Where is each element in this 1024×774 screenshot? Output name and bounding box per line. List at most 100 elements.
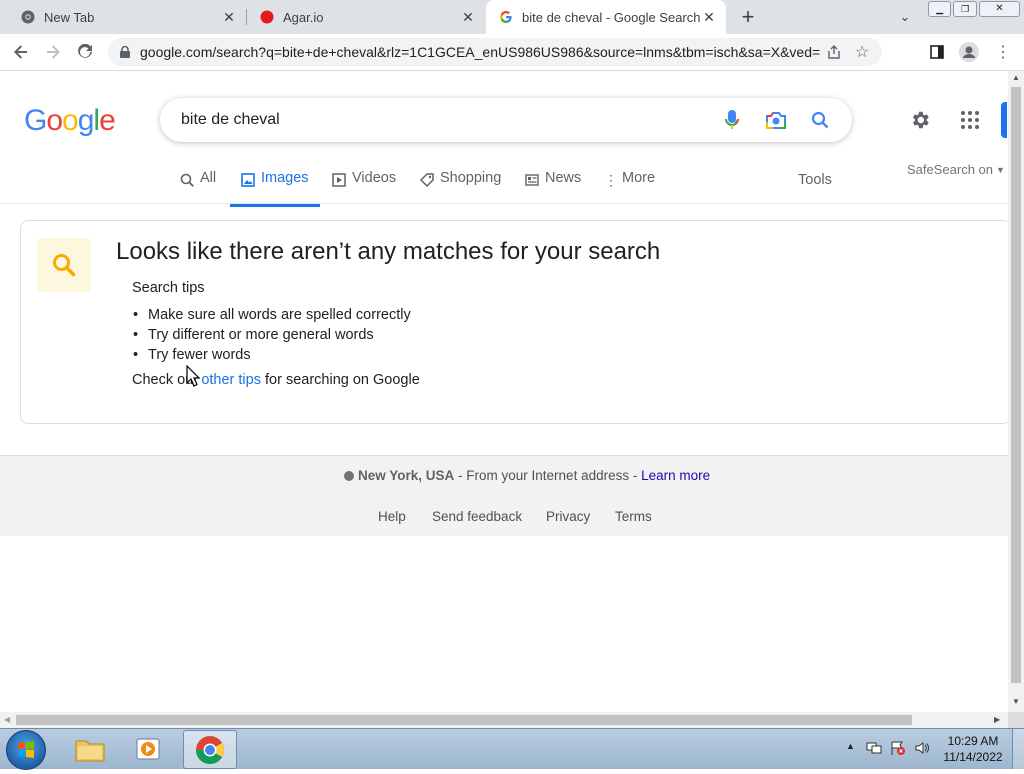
footer-link-privacy[interactable]: Privacy bbox=[546, 509, 590, 524]
action-center-flag-icon[interactable] bbox=[890, 740, 906, 756]
tab-news[interactable]: News bbox=[525, 170, 581, 204]
tip-text: Make sure all words are spelled correctl… bbox=[148, 307, 411, 323]
scroll-right-arrow-icon[interactable]: ▶ bbox=[994, 715, 1000, 724]
footer-link-send-feedback[interactable]: Send feedback bbox=[432, 509, 522, 524]
tab-all[interactable]: All bbox=[180, 170, 216, 204]
new-tab-button[interactable]: + bbox=[736, 4, 760, 30]
clock-time: 10:29 AM bbox=[947, 734, 999, 748]
show-hidden-icons-arrow[interactable]: ▲ bbox=[846, 741, 855, 751]
show-desktop-button[interactable] bbox=[1012, 729, 1024, 769]
camera-lens-icon[interactable] bbox=[758, 102, 794, 138]
horizontal-scroll-thumb[interactable] bbox=[16, 715, 912, 725]
newspaper-icon bbox=[525, 170, 539, 190]
search-icon bbox=[180, 170, 194, 190]
tab-search-chevron-icon[interactable]: ⌄ bbox=[894, 6, 916, 28]
forward-button[interactable] bbox=[38, 34, 68, 70]
agario-icon bbox=[259, 9, 275, 25]
url-text: google.com/search?q=bite+de+cheval&rlz=1… bbox=[140, 44, 820, 60]
google-apps-icon[interactable] bbox=[956, 106, 984, 134]
side-panel-button[interactable] bbox=[922, 34, 952, 70]
location-line: New York, USA - From your Internet addre… bbox=[344, 468, 710, 483]
minimize-button[interactable]: ▁ bbox=[928, 1, 952, 17]
google-g-icon bbox=[498, 9, 514, 25]
location-dot-icon bbox=[344, 470, 354, 481]
scroll-down-arrow-icon[interactable]: ▼ bbox=[1012, 697, 1020, 706]
search-icon[interactable] bbox=[802, 102, 838, 138]
restore-button[interactable]: ❐ bbox=[953, 1, 977, 17]
reload-button[interactable] bbox=[70, 34, 100, 70]
clock-date: 11/14/2022 bbox=[943, 750, 1003, 764]
tools-button[interactable]: Tools bbox=[798, 172, 832, 188]
forward-arrow-icon bbox=[47, 45, 60, 59]
close-tab-icon[interactable]: ✕ bbox=[700, 8, 718, 26]
sign-in-button[interactable] bbox=[1001, 102, 1007, 138]
tab-label: Images bbox=[261, 170, 309, 186]
logo-letter: G bbox=[24, 104, 47, 137]
tab-agario[interactable]: Agar.io ✕ bbox=[247, 0, 485, 34]
tag-icon bbox=[420, 170, 434, 190]
logo-letter: o bbox=[46, 104, 63, 137]
no-results-heading: Looks like there aren’t any matches for … bbox=[116, 238, 661, 265]
search-tips-list: • Make sure all words are spelled correct… bbox=[133, 305, 411, 365]
start-button[interactable] bbox=[6, 730, 46, 770]
footer-link-terms[interactable]: Terms bbox=[615, 509, 652, 524]
share-icon[interactable] bbox=[820, 45, 848, 59]
tab-google-search[interactable]: bite de cheval - Google Search ✕ bbox=[486, 0, 726, 34]
back-button[interactable] bbox=[6, 34, 36, 70]
system-clock[interactable]: 10:29 AM 11/14/2022 bbox=[940, 733, 1006, 765]
file-explorer-taskbar-icon[interactable] bbox=[70, 731, 110, 767]
scroll-up-arrow-icon[interactable]: ▲ bbox=[1012, 73, 1020, 82]
settings-gear-icon[interactable] bbox=[906, 106, 934, 134]
address-bar[interactable]: google.com/search?q=bite+de+cheval&rlz=1… bbox=[108, 38, 882, 66]
divider bbox=[0, 203, 1008, 204]
safesearch-toggle[interactable]: SafeSearch on ▼ bbox=[907, 162, 1005, 177]
tab-new-tab[interactable]: New Tab ✕ bbox=[0, 0, 246, 34]
mouse-cursor-icon bbox=[186, 365, 200, 387]
magnifier-icon bbox=[53, 254, 76, 277]
tab-label: More bbox=[622, 170, 656, 186]
close-window-button[interactable]: ✕ bbox=[978, 1, 1020, 17]
tab-videos[interactable]: Videos bbox=[332, 170, 396, 204]
volume-speaker-icon[interactable] bbox=[914, 740, 930, 756]
tab-label: Shopping bbox=[440, 170, 502, 186]
tab-title: Agar.io bbox=[283, 9, 324, 25]
no-results-tile bbox=[37, 238, 91, 292]
tab-images[interactable]: Images bbox=[230, 170, 320, 207]
search-input[interactable]: bite de cheval bbox=[181, 111, 714, 129]
profile-avatar-icon bbox=[959, 42, 979, 62]
horizontal-scrollbar[interactable]: ◀ ▶ bbox=[0, 712, 1008, 728]
search-box[interactable]: bite de cheval bbox=[160, 98, 852, 142]
google-logo[interactable]: Google bbox=[24, 104, 116, 138]
chrome-icon bbox=[20, 9, 36, 25]
caret-down-icon: ▼ bbox=[996, 164, 1005, 175]
scrollbar-corner bbox=[1008, 712, 1024, 728]
list-item: • Make sure all words are spelled correct… bbox=[133, 307, 411, 323]
network-icon[interactable] bbox=[866, 740, 882, 756]
more-vert-icon: ⋮ bbox=[604, 171, 618, 188]
tab-title: bite de cheval - Google Search bbox=[522, 9, 700, 25]
footer-link-help[interactable]: Help bbox=[378, 509, 406, 524]
bookmark-star-icon[interactable]: ☆ bbox=[848, 42, 876, 62]
location-name: New York, USA bbox=[358, 468, 455, 483]
vertical-scroll-thumb[interactable] bbox=[1011, 87, 1021, 683]
scroll-left-arrow-icon[interactable]: ◀ bbox=[4, 715, 10, 724]
tab-shopping[interactable]: Shopping bbox=[420, 170, 501, 204]
vertical-scrollbar[interactable]: ▲ ▼ bbox=[1008, 71, 1024, 712]
close-tab-icon[interactable]: ✕ bbox=[220, 8, 238, 26]
microphone-icon[interactable] bbox=[714, 102, 750, 138]
windows-logo-icon bbox=[18, 741, 34, 758]
chrome-taskbar-icon[interactable] bbox=[183, 730, 237, 769]
tab-more[interactable]: ⋮ More bbox=[604, 170, 655, 204]
logo-letter: g bbox=[77, 104, 95, 137]
video-play-icon bbox=[332, 170, 346, 190]
other-tips-line: Check out other tips for searching on Go… bbox=[132, 372, 420, 388]
tab-title: New Tab bbox=[44, 9, 95, 25]
profile-button[interactable] bbox=[954, 34, 984, 70]
close-tab-icon[interactable]: ✕ bbox=[459, 8, 477, 26]
tab-strip: New Tab ✕ Agar.io ✕ bite de cheval - Goo… bbox=[0, 0, 1024, 34]
media-player-taskbar-icon[interactable] bbox=[130, 731, 170, 767]
windows-taskbar: ▲ 10:29 AM 11/14/2022 bbox=[0, 728, 1024, 770]
other-tips-link[interactable]: other tips bbox=[201, 372, 261, 388]
learn-more-link[interactable]: Learn more bbox=[641, 468, 710, 483]
kebab-menu-icon[interactable]: ⋮ bbox=[988, 34, 1018, 70]
